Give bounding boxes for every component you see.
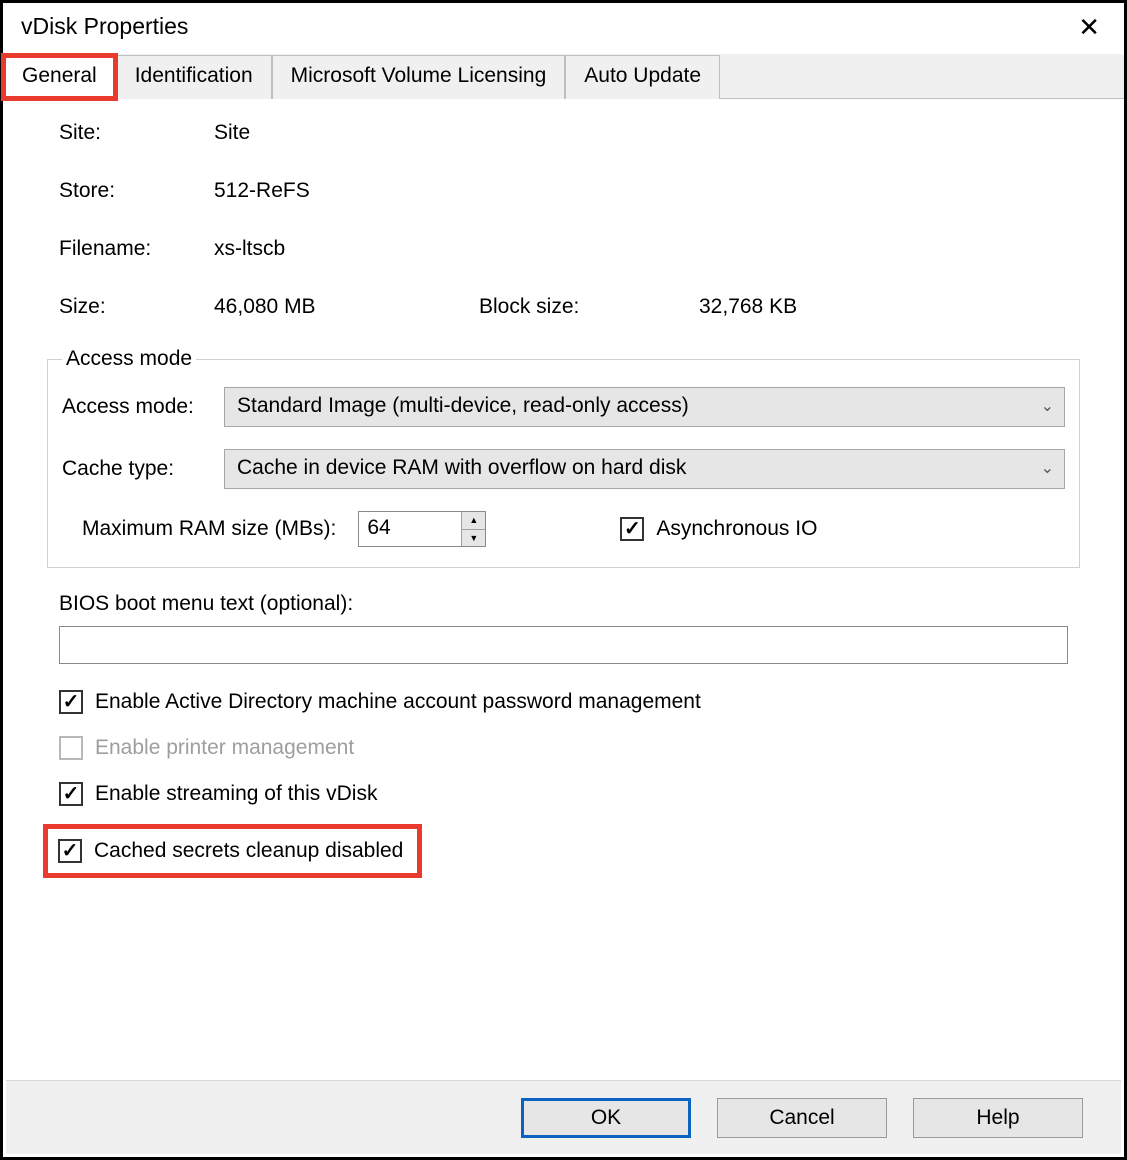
site-value: Site — [214, 121, 250, 145]
blocksize-label: Block size: — [479, 295, 699, 319]
filename-label: Filename: — [59, 237, 214, 261]
ram-size-spinner[interactable]: 64 ▲ ▼ — [358, 511, 486, 547]
ram-size-value[interactable]: 64 — [359, 512, 461, 546]
ad-password-checkbox[interactable] — [59, 690, 83, 714]
async-io-label: Asynchronous IO — [656, 517, 817, 541]
site-label: Site: — [59, 121, 214, 145]
tab-identification[interactable]: Identification — [116, 55, 272, 99]
size-value: 46,080 MB — [214, 295, 479, 319]
size-label: Size: — [59, 295, 214, 319]
access-mode-dropdown[interactable]: Standard Image (multi-device, read-only … — [224, 387, 1065, 427]
tab-auto-update[interactable]: Auto Update — [565, 55, 720, 99]
async-io-checkbox[interactable] — [620, 517, 644, 541]
printer-mgmt-checkbox — [59, 736, 83, 760]
access-mode-value: Standard Image (multi-device, read-only … — [237, 394, 689, 418]
tab-bar: General Identification Microsoft Volume … — [3, 54, 1124, 99]
cache-type-value: Cache in device RAM with overflow on har… — [237, 456, 686, 480]
cached-secrets-checkbox[interactable] — [58, 839, 82, 863]
cached-secrets-label: Cached secrets cleanup disabled — [94, 839, 403, 863]
ad-password-label: Enable Active Directory machine account … — [95, 690, 701, 714]
tab-msvl[interactable]: Microsoft Volume Licensing — [272, 55, 566, 99]
access-mode-legend: Access mode — [62, 347, 196, 371]
filename-value: xs-ltscb — [214, 237, 285, 261]
ok-button[interactable]: OK — [521, 1098, 691, 1138]
store-label: Store: — [59, 179, 214, 203]
general-panel: Site: Site Store: 512-ReFS Filename: xs-… — [3, 99, 1124, 878]
bios-input[interactable] — [59, 626, 1068, 664]
streaming-checkbox[interactable] — [59, 782, 83, 806]
blocksize-value: 32,768 KB — [699, 295, 797, 319]
chevron-down-icon: ⌄ — [1041, 396, 1054, 416]
close-icon[interactable]: ✕ — [1072, 14, 1106, 40]
cache-type-label: Cache type: — [62, 457, 224, 481]
cached-secrets-highlight: Cached secrets cleanup disabled — [43, 824, 422, 878]
tab-general[interactable]: General — [3, 55, 116, 99]
window-title: vDisk Properties — [21, 13, 188, 40]
spinner-down-icon[interactable]: ▼ — [462, 530, 485, 547]
cancel-button[interactable]: Cancel — [717, 1098, 887, 1138]
ram-size-label: Maximum RAM size (MBs): — [82, 517, 336, 541]
titlebar: vDisk Properties ✕ — [3, 3, 1124, 54]
streaming-label: Enable streaming of this vDisk — [95, 782, 377, 806]
bios-label: BIOS boot menu text (optional): — [59, 592, 1068, 616]
printer-mgmt-label: Enable printer management — [95, 736, 354, 760]
chevron-down-icon: ⌄ — [1041, 458, 1054, 478]
cache-type-dropdown[interactable]: Cache in device RAM with overflow on har… — [224, 449, 1065, 489]
help-button[interactable]: Help — [913, 1098, 1083, 1138]
store-value: 512-ReFS — [214, 179, 310, 203]
access-mode-group: Access mode Access mode: Standard Image … — [47, 347, 1080, 568]
access-mode-label: Access mode: — [62, 395, 224, 419]
spinner-up-icon[interactable]: ▲ — [462, 512, 485, 530]
button-bar: OK Cancel Help — [6, 1080, 1121, 1154]
